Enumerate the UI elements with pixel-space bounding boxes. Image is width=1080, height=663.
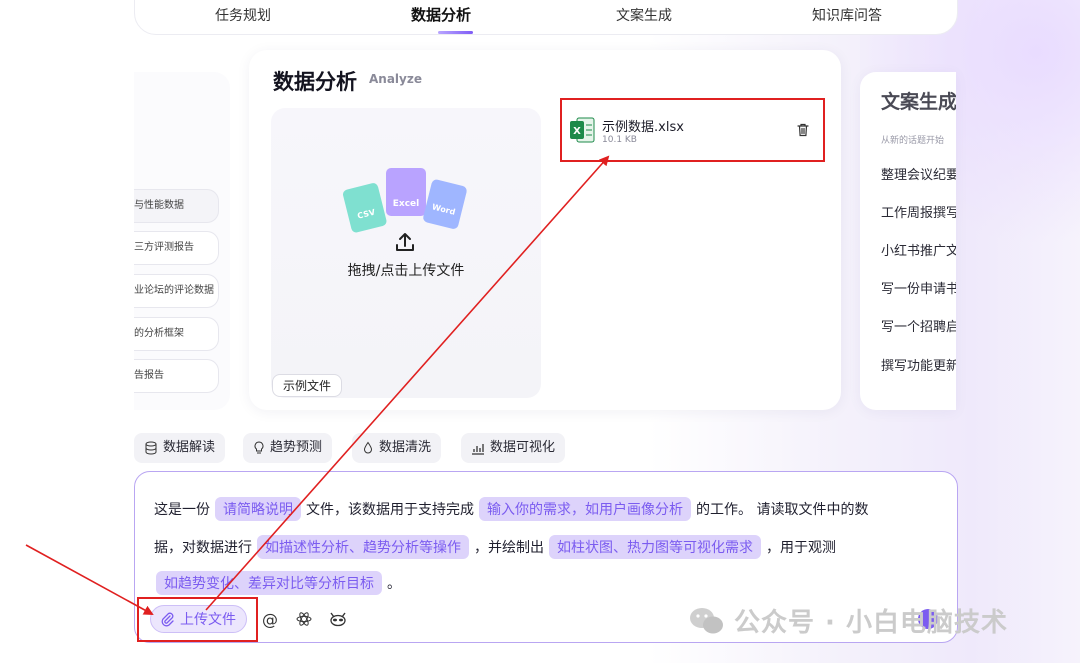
left-suggestion-item[interactable]: 业论坛的评论数据 bbox=[134, 274, 219, 308]
prompt-line-1: 这是一份 请简略说明 文件，该数据用于支持完成 输入你的需求，如用户画像分析 的工作。 … bbox=[154, 497, 868, 521]
copywriting-item[interactable]: 写一个招聘启 bbox=[881, 316, 956, 335]
tab-copywriting[interactable]: 文案生成 bbox=[616, 5, 672, 25]
chip-label: 趋势预测 bbox=[270, 440, 323, 455]
chip-data-visualization[interactable]: 数据可视化 bbox=[461, 433, 566, 463]
wechat-logo-icon bbox=[690, 608, 723, 634]
prompt-slot[interactable]: 请简略说明 bbox=[215, 497, 301, 521]
copywriting-item[interactable]: 撰写功能更新 bbox=[881, 355, 956, 374]
prompt-slot[interactable]: 输入你的需求，如用户画像分析 bbox=[479, 497, 691, 521]
tab-task-planning[interactable]: 任务规划 bbox=[215, 5, 271, 25]
watermark-text: 公众号 · 小白电脑技术 bbox=[734, 608, 1008, 638]
copywriting-item[interactable]: 工作周报撰写 bbox=[881, 202, 956, 221]
database-icon bbox=[145, 441, 157, 455]
tab-knowledge-qa[interactable]: 知识库问答 bbox=[812, 5, 882, 25]
left-suggestion-item[interactable]: 三方评测报告 bbox=[134, 231, 219, 265]
file-drop-zone[interactable]: CSV Excel Word 拖拽/点击上传文件 示例文件 bbox=[271, 108, 541, 398]
prompt-line-2: 据，对数据进行 如描述性分析、趋势分析等操作 ，并绘制出 如柱状图、热力图等可视化需求… bbox=[154, 535, 836, 559]
prompt-text: ，用于观测 bbox=[766, 540, 836, 556]
prompt-slot[interactable]: 如柱状图、热力图等可视化需求 bbox=[549, 535, 761, 559]
chip-label: 数据可视化 bbox=[490, 440, 556, 455]
drop-icon bbox=[363, 441, 373, 454]
top-tab-bar: 任务规划 数据分析 文案生成 知识库问答 bbox=[134, 0, 958, 35]
lightbulb-icon bbox=[254, 441, 264, 454]
left-suggestion-card: 与性能数据 三方评测报告 业论坛的评论数据 的分析框架 告报告 bbox=[134, 72, 230, 410]
chip-label: 数据清洗 bbox=[379, 440, 432, 455]
example-file-button[interactable]: 示例文件 bbox=[272, 374, 343, 397]
left-suggestion-item[interactable]: 告报告 bbox=[134, 359, 219, 393]
svg-text:Excel: Excel bbox=[393, 199, 419, 209]
annotation-upload-highlight bbox=[137, 597, 258, 642]
tab-data-analysis[interactable]: 数据分析 bbox=[411, 4, 474, 34]
chart-icon bbox=[472, 444, 484, 455]
upload-instruction: 拖拽/点击上传文件 bbox=[347, 263, 465, 279]
upload-icon bbox=[396, 233, 414, 251]
prompt-slot[interactable]: 如趋势变化、差异对比等分析目标 bbox=[156, 571, 382, 595]
prompt-text: 据，对数据进行 bbox=[154, 540, 252, 556]
prompt-text: 这是一份 bbox=[154, 502, 210, 518]
chip-data-cleaning[interactable]: 数据清洗 bbox=[352, 433, 442, 463]
annotation-file-highlight bbox=[560, 98, 825, 162]
prompt-text: ，并绘制出 bbox=[474, 540, 544, 556]
file-types-illustration: CSV Excel Word bbox=[343, 168, 467, 233]
copywriting-subtitle: 从新的话题开始 bbox=[881, 136, 945, 146]
copywriting-card: 文案生成 从新的话题开始 整理会议纪要 工作周报撰写 小红书推广文 写一份申请书… bbox=[860, 72, 956, 410]
chip-trend-forecast[interactable]: 趋势预测 bbox=[243, 433, 333, 463]
prompt-text: 。 bbox=[387, 576, 401, 592]
atom-icon[interactable] bbox=[293, 608, 315, 630]
card-subtitle: Analyze bbox=[369, 72, 422, 86]
chip-label: 数据解读 bbox=[163, 440, 216, 455]
copywriting-title: 文案生成 bbox=[881, 91, 956, 113]
tab-data-analysis-label: 数据分析 bbox=[411, 6, 472, 24]
card-title: 数据分析 bbox=[273, 70, 357, 94]
at-mention-icon[interactable]: @ bbox=[259, 608, 281, 630]
copywriting-item[interactable]: 写一份申请书 bbox=[881, 278, 956, 297]
copywriting-item[interactable]: 小红书推广文 bbox=[881, 240, 956, 259]
left-suggestion-item[interactable]: 与性能数据 bbox=[134, 189, 219, 223]
raccoon-icon[interactable] bbox=[327, 608, 349, 630]
chip-data-interpretation[interactable]: 数据解读 bbox=[134, 433, 226, 463]
copywriting-item[interactable]: 整理会议纪要 bbox=[881, 164, 956, 183]
prompt-slot[interactable]: 如描述性分析、趋势分析等操作 bbox=[257, 535, 469, 559]
active-tab-indicator bbox=[438, 31, 474, 34]
prompt-line-3: 如趋势变化、差异对比等分析目标。 bbox=[156, 571, 401, 595]
left-suggestion-item[interactable]: 的分析框架 bbox=[134, 317, 219, 351]
prompt-text: 的工作。 请读取文件中的数 bbox=[696, 502, 869, 518]
prompt-text: 文件，该数据用于支持完成 bbox=[306, 502, 474, 518]
